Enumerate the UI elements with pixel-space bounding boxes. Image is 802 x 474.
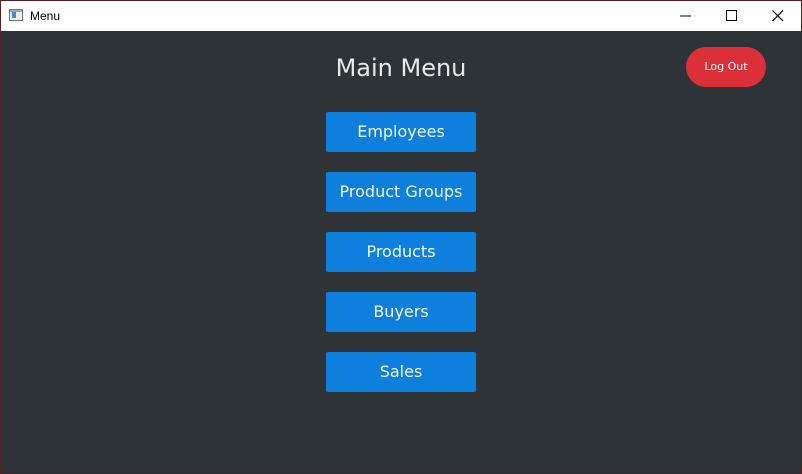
maximize-button[interactable] [709,1,755,31]
employees-button[interactable]: Employees [326,112,476,152]
close-icon [772,10,784,22]
product-groups-button[interactable]: Product Groups [326,172,476,212]
products-button[interactable]: Products [326,232,476,272]
page-title: Main Menu [335,54,467,82]
main-content: Main Menu Log Out Employees Product Grou… [1,31,801,473]
app-window: Menu Main Menu Log Out Employees Product… [0,0,802,474]
window-title: Menu [30,9,61,23]
title-bar[interactable]: Menu [1,1,801,31]
minimize-button[interactable] [663,1,709,31]
buyers-button[interactable]: Buyers [326,292,476,332]
log-out-button[interactable]: Log Out [686,47,766,87]
close-button[interactable] [755,1,801,31]
sales-button[interactable]: Sales [326,352,476,392]
app-window-icon [9,9,23,21]
maximize-icon [726,10,737,21]
minimize-icon [680,15,691,17]
